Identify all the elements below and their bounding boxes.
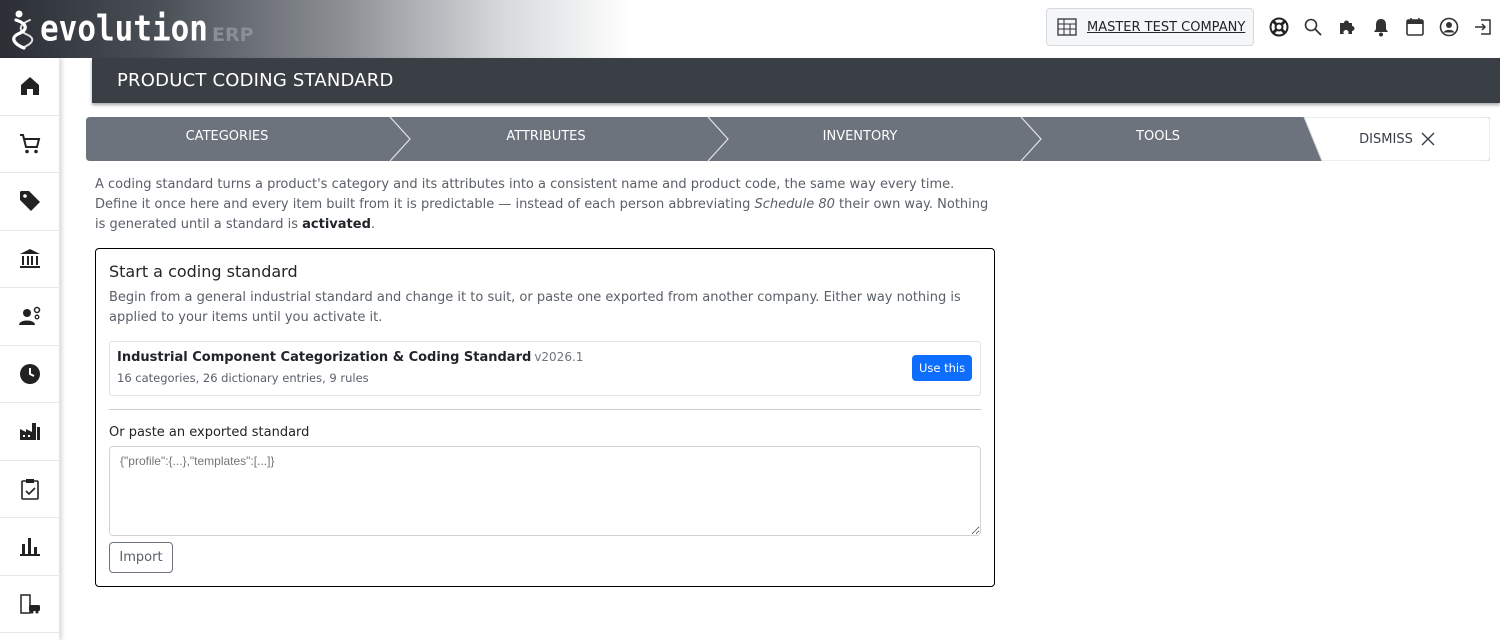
cart-icon bbox=[20, 133, 41, 154]
step-navigation: CATEGORIES ATTRIBUTES INVENTORY TOOLS DI… bbox=[86, 117, 1490, 161]
header-actions bbox=[1262, 14, 1500, 40]
start-standard-card: Start a coding standard Begin from a gen… bbox=[95, 248, 995, 587]
sidebar-item-sales[interactable] bbox=[0, 116, 60, 173]
step-inventory[interactable]: INVENTORY bbox=[724, 117, 996, 161]
standard-meta: 16 categories, 26 dictionary entries, 9 … bbox=[117, 371, 369, 385]
sidebar-item-products[interactable] bbox=[0, 173, 60, 231]
calendar-icon[interactable] bbox=[1398, 14, 1432, 40]
top-bar: evolution ERP MASTER TEST COMPANY bbox=[0, 0, 1500, 58]
step-tools[interactable]: TOOLS bbox=[1036, 117, 1280, 161]
card-description: Begin from a general industrial standard… bbox=[109, 290, 961, 325]
company-name[interactable]: MASTER TEST COMPANY bbox=[1087, 20, 1245, 35]
bank-icon bbox=[20, 248, 40, 268]
sidebar-item-manufacturing[interactable] bbox=[0, 403, 60, 461]
sidebar-item-banking[interactable] bbox=[0, 231, 60, 288]
building-grid-icon bbox=[1057, 18, 1077, 36]
intro-part3: . bbox=[370, 217, 376, 232]
dna-logo-icon bbox=[12, 10, 34, 50]
bell-icon[interactable] bbox=[1364, 14, 1398, 40]
page-header: PRODUCT CODING STANDARD bbox=[92, 58, 1500, 103]
step-attributes[interactable]: ATTRIBUTES bbox=[406, 117, 686, 161]
sidebar-item-time[interactable] bbox=[0, 346, 60, 403]
divider bbox=[109, 409, 981, 410]
lifebuoy-icon[interactable] bbox=[1262, 14, 1296, 40]
sidebar-item-home[interactable] bbox=[0, 58, 60, 116]
clipboard-check-icon bbox=[21, 478, 39, 500]
step-categories[interactable]: CATEGORIES bbox=[86, 117, 368, 161]
intro-text: A coding standard turns a product's cate… bbox=[95, 175, 995, 235]
close-icon bbox=[1421, 132, 1435, 146]
standard-option: Industrial Component Categorization & Co… bbox=[109, 341, 981, 396]
logo[interactable]: evolution ERP bbox=[10, 8, 254, 50]
standard-name: Industrial Component Categorization & Co… bbox=[117, 350, 532, 365]
logo-suffix: ERP bbox=[211, 24, 254, 46]
standard-version: v2026.1 bbox=[534, 350, 584, 364]
sidebar-item-fleet[interactable] bbox=[0, 576, 60, 633]
sidebar bbox=[0, 58, 60, 640]
logo-text: evolution bbox=[40, 8, 208, 50]
tag-icon bbox=[20, 191, 40, 212]
clock-icon bbox=[20, 363, 40, 384]
home-icon bbox=[21, 77, 39, 96]
sidebar-item-hr[interactable] bbox=[0, 288, 60, 346]
factory-icon bbox=[20, 423, 40, 441]
sidebar-item-reports[interactable] bbox=[0, 518, 60, 576]
company-selector[interactable]: MASTER TEST COMPANY bbox=[1046, 8, 1254, 46]
search-icon[interactable] bbox=[1296, 14, 1330, 40]
building-car-icon bbox=[20, 594, 40, 614]
bar-chart-icon bbox=[20, 538, 40, 557]
standard-name-line: Industrial Component Categorization & Co… bbox=[117, 350, 583, 365]
page-title: PRODUCT CODING STANDARD bbox=[117, 70, 394, 91]
dismiss-label: DISMISS bbox=[1359, 131, 1413, 147]
logout-icon[interactable] bbox=[1466, 14, 1500, 40]
users-settings-icon bbox=[19, 307, 41, 326]
use-this-button[interactable]: Use this bbox=[912, 355, 972, 381]
dismiss-button[interactable]: DISMISS bbox=[1304, 117, 1490, 161]
paste-label: Or paste an exported standard bbox=[109, 425, 310, 440]
paste-standard-textarea[interactable] bbox=[109, 446, 981, 536]
puzzle-icon[interactable] bbox=[1330, 14, 1364, 40]
intro-emphasis: Schedule 80 bbox=[754, 197, 835, 212]
card-title: Start a coding standard bbox=[109, 262, 298, 281]
intro-bold: activated bbox=[302, 217, 371, 232]
user-circle-icon[interactable] bbox=[1432, 14, 1466, 40]
import-button[interactable]: Import bbox=[109, 542, 173, 573]
sidebar-item-tasks[interactable] bbox=[0, 461, 60, 518]
